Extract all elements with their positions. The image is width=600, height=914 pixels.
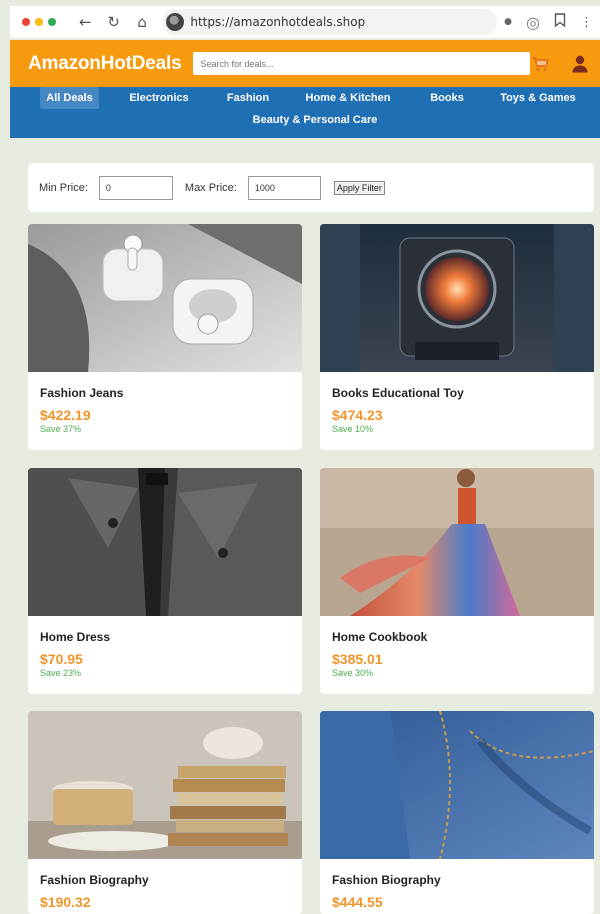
window-controls	[22, 18, 61, 26]
leather-jacket-photo[interactable]	[28, 468, 302, 616]
wireless-earbuds-photo[interactable]	[28, 224, 302, 372]
maximize-window-dot[interactable]	[48, 18, 56, 26]
reload-icon[interactable]: ↻	[106, 13, 120, 31]
product-card[interactable]: Books Educational Toy $474.23 Save 10%	[320, 224, 594, 450]
product-price: $385.01	[332, 651, 383, 667]
category-electronics[interactable]: Electronics	[122, 87, 196, 109]
category-home-kitchen[interactable]: Home & Kitchen	[299, 87, 397, 109]
product-card[interactable]: Fashion Biography $190.32	[28, 711, 302, 914]
product-savings: Save 10%	[332, 424, 374, 434]
max-price-input[interactable]	[247, 175, 321, 200]
product-name[interactable]: Home Cookbook	[332, 630, 594, 644]
category-nav: All Deals Electronics Fashion Home & Kit…	[10, 87, 600, 138]
product-name[interactable]: Fashion Biography	[40, 873, 302, 887]
min-price-label: Min Price:	[39, 181, 88, 194]
product-savings: Save 37%	[40, 424, 82, 434]
cart-icon[interactable]	[530, 54, 550, 74]
product-savings: Save 30%	[332, 668, 374, 678]
product-card[interactable]: Fashion Biography $444.55	[320, 711, 594, 914]
product-name[interactable]: Fashion Biography	[332, 873, 594, 887]
site-logo[interactable]: AmazonHotDeals	[28, 53, 182, 75]
apply-filter-button[interactable]: Apply Filter	[333, 180, 385, 195]
address-bar[interactable]: https://amazonhotdeals.shop	[162, 9, 498, 35]
site-header: AmazonHotDeals	[10, 40, 600, 87]
category-toys-games[interactable]: Toys & Games	[494, 87, 582, 109]
home-icon[interactable]: ⌂	[135, 13, 149, 31]
sci-fi-machine-photo[interactable]	[320, 224, 594, 372]
price-filter-panel: Min Price: Max Price: Apply Filter	[28, 163, 594, 212]
close-window-dot[interactable]	[22, 18, 30, 26]
product-price: $190.32	[40, 894, 91, 910]
record-dot-icon[interactable]: ●	[504, 17, 512, 27]
product-name[interactable]: Books Educational Toy	[332, 386, 594, 400]
more-menu-icon[interactable]: ⋮	[580, 15, 593, 30]
colorful-dress-photo[interactable]	[320, 468, 594, 616]
back-arrow-icon[interactable]: ←	[78, 13, 92, 31]
product-name[interactable]: Fashion Jeans	[40, 386, 302, 400]
search-input[interactable]	[193, 52, 530, 75]
bookmark-icon[interactable]	[554, 13, 566, 31]
extension-spiral-icon[interactable]: ◎	[526, 13, 540, 32]
product-price: $444.55	[332, 894, 383, 910]
product-name[interactable]: Home Dress	[40, 630, 302, 644]
category-beauty-personal-care[interactable]: Beauty & Personal Care	[235, 109, 395, 131]
product-card[interactable]: Home Cookbook $385.01 Save 30%	[320, 468, 594, 694]
product-card[interactable]: Fashion Jeans $422.19 Save 37%	[28, 224, 302, 450]
books-and-cups-photo[interactable]	[28, 711, 302, 859]
product-price: $474.23	[332, 407, 383, 423]
category-books[interactable]: Books	[422, 87, 472, 109]
min-price-input[interactable]	[98, 175, 173, 200]
product-card[interactable]: Home Dress $70.95 Save 23%	[28, 468, 302, 694]
site-favicon	[166, 13, 185, 31]
url-text: https://amazonhotdeals.shop	[190, 15, 366, 29]
category-all-deals[interactable]: All Deals	[40, 87, 99, 109]
user-icon[interactable]	[572, 55, 588, 73]
max-price-label: Max Price:	[184, 181, 237, 194]
product-savings: Save 23%	[40, 668, 82, 678]
minimize-window-dot[interactable]	[35, 18, 43, 26]
browser-toolbar: ← ↻ ⌂ https://amazonhotdeals.shop ● ◎ ⋮	[10, 6, 600, 38]
category-fashion[interactable]: Fashion	[220, 87, 276, 109]
product-price: $422.19	[40, 407, 91, 423]
product-price: $70.95	[40, 651, 83, 667]
denim-jeans-photo[interactable]	[320, 711, 594, 859]
